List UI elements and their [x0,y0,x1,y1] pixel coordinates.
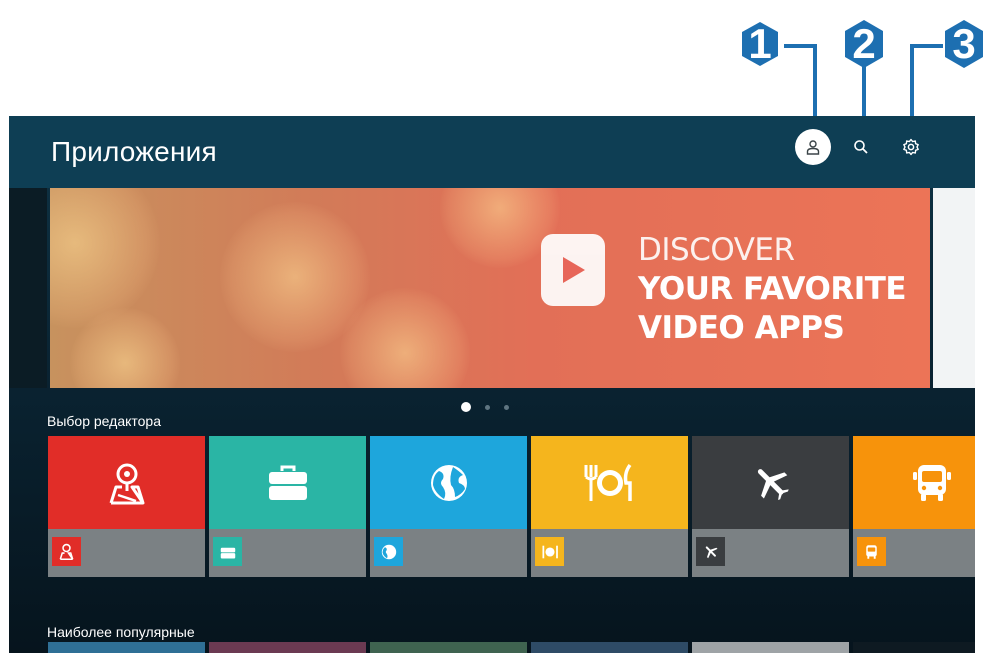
airplane-icon [696,537,725,566]
featured-banner[interactable]: DISCOVER YOUR FAVORITE VIDEO APPS [50,188,930,388]
person-icon [806,140,820,155]
app-tile[interactable] [853,436,975,577]
section-title-most-popular: Наиболее популярные [47,624,195,640]
search-icon [854,140,868,154]
gear-icon [903,138,919,156]
globe-icon [374,537,403,566]
callout-2: 2 [852,20,876,67]
next-banner-peek[interactable] [933,188,975,388]
settings-button[interactable] [893,129,929,165]
search-button[interactable] [843,129,879,165]
callout-badges [742,20,983,68]
page-dot-active[interactable] [461,402,471,412]
banner-heading-line-3: VIDEO APPS [638,310,845,346]
app-tile[interactable] [853,642,975,653]
dining-icon [584,463,632,501]
dining-icon [535,537,564,566]
previous-banner-peek[interactable] [9,188,47,388]
app-tile[interactable] [531,642,688,653]
app-tile[interactable] [209,642,366,653]
map-pin-icon [52,537,81,566]
header-bar: Приложения [9,116,975,188]
account-button[interactable] [795,129,831,165]
banner-page-indicator [461,402,509,412]
callout-1: 1 [748,20,772,67]
apps-screen: Приложения DISCOVER YOUR FAVORITE VIDEO … [9,116,975,653]
map-pin-icon [109,463,144,504]
app-tile[interactable] [370,642,527,653]
page-dot[interactable] [485,404,490,410]
briefcase-icon [213,537,242,566]
page-title: Приложения [51,136,217,167]
page-dot[interactable] [504,404,509,410]
app-tile[interactable] [370,436,527,577]
banner-heading-line-2: YOUR FAVORITE [638,271,907,307]
banner-heading-line-1: DISCOVER [638,232,795,268]
callout-annotations: 1 2 3 [0,0,988,120]
app-tile[interactable] [48,436,205,577]
play-icon [541,234,605,306]
app-tile[interactable] [531,436,688,577]
bus-icon [912,464,951,501]
airplane-icon [757,468,789,500]
bus-icon [857,537,886,566]
callout-3: 3 [952,20,976,67]
bokeh-light [50,188,160,328]
section-title-editors-choice: Выбор редактора [47,413,161,429]
app-tile[interactable] [692,436,849,577]
app-tile[interactable] [209,436,366,577]
app-tile[interactable] [692,642,849,653]
app-tile[interactable] [48,642,205,653]
briefcase-icon [268,465,307,500]
globe-icon [430,464,467,501]
